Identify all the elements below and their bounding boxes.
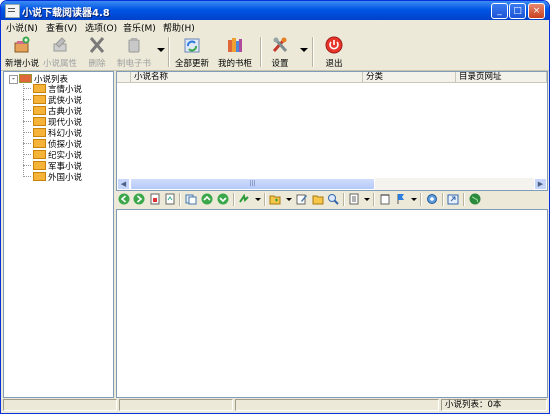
my-bookshelf-button[interactable]: 我的书柜	[215, 35, 255, 69]
status-panel-3	[235, 399, 439, 411]
novel-category-tree[interactable]: - 小说列表 言情小说 武侠小说 古典小说 现代小说 科幻小说 侦探小说 纪实小…	[3, 71, 114, 398]
flag-dropdown-arrow[interactable]	[411, 198, 417, 201]
globe-icon[interactable]	[469, 193, 481, 205]
app-icon	[5, 4, 20, 18]
status-panel-2	[119, 399, 233, 411]
list-horizontal-scrollbar[interactable]: ◀ ||| ▶	[117, 178, 547, 190]
settings-dropdown-arrow[interactable]	[300, 48, 308, 52]
delete-button[interactable]: 删除	[82, 35, 112, 69]
down-icon[interactable]	[217, 193, 229, 205]
folder-icon	[33, 128, 46, 137]
download-dropdown-arrow[interactable]	[255, 198, 261, 201]
reader-content-area[interactable]	[116, 209, 548, 398]
tree-item-romance[interactable]: 言情小说	[23, 83, 82, 95]
refresh-icon	[182, 35, 202, 55]
export-icon[interactable]	[447, 193, 459, 205]
power-icon	[324, 35, 344, 55]
novel-list-view[interactable]: 小说名称 分类 目录页网址 ◀ ||| ▶	[116, 71, 548, 191]
minimize-button[interactable]: _	[491, 3, 508, 19]
menu-help[interactable]: 帮助(H)	[163, 21, 195, 34]
make-ebook-button[interactable]: 制电子书	[115, 35, 153, 69]
page-refresh-icon[interactable]	[164, 193, 176, 205]
menu-music[interactable]: 音乐(M)	[123, 21, 156, 34]
folder-icon	[33, 117, 46, 126]
ebook-icon	[124, 35, 144, 55]
open-folder-icon[interactable]	[312, 193, 324, 205]
list-icon[interactable]	[348, 193, 360, 205]
folder-icon	[33, 139, 46, 148]
tree-item-foreign[interactable]: 外国小说	[23, 171, 82, 183]
novel-count-status: 小说列表：0本	[441, 399, 547, 411]
menu-options[interactable]: 选项(O)	[85, 21, 117, 34]
exit-button[interactable]: 退出	[319, 35, 349, 69]
scroll-thumb[interactable]: |||	[130, 178, 375, 190]
main-toolbar: 新增小说 小说属性 删除 制电子书 全部更新 我的书柜 设置 退出	[1, 34, 549, 71]
scroll-left-button[interactable]: ◀	[117, 178, 130, 190]
folder-icon[interactable]	[269, 193, 281, 205]
up-icon[interactable]	[201, 193, 213, 205]
copy-page-icon[interactable]	[185, 193, 197, 205]
notepad-icon[interactable]	[379, 193, 391, 205]
properties-icon	[50, 35, 70, 55]
tree-guide-line	[23, 84, 24, 177]
scroll-right-button[interactable]: ▶	[534, 178, 547, 190]
back-icon[interactable]	[118, 193, 130, 205]
main-window: 小说下载阅读器4.8 _ □ × 小说(N) 查看(V) 选项(O) 音乐(M)…	[0, 0, 550, 414]
close-button[interactable]: ×	[528, 3, 545, 19]
menu-bar: 小说(N) 查看(V) 选项(O) 音乐(M) 帮助(H)	[1, 20, 549, 34]
folder-icon	[33, 95, 46, 104]
column-header-url[interactable]: 目录页网址	[456, 72, 547, 83]
toolbar-separator	[168, 37, 170, 67]
delete-icon	[87, 35, 107, 55]
maximize-button[interactable]: □	[509, 3, 526, 19]
column-header-category[interactable]: 分类	[363, 72, 456, 83]
new-novel-button[interactable]: 新增小说	[3, 35, 41, 69]
menu-novel[interactable]: 小说(N)	[6, 21, 38, 34]
window-title: 小说下载阅读器4.8	[22, 8, 110, 19]
search-icon[interactable]	[327, 193, 339, 205]
gear-icon[interactable]	[426, 193, 438, 205]
tree-item-classic[interactable]: 古典小说	[23, 105, 82, 117]
page-icon[interactable]	[149, 193, 161, 205]
status-panel-1	[3, 399, 117, 411]
list-dropdown-arrow[interactable]	[364, 198, 370, 201]
flag-icon[interactable]	[395, 193, 407, 205]
update-all-button[interactable]: 全部更新	[172, 35, 212, 69]
books-icon	[19, 74, 32, 83]
download-icon[interactable]	[238, 193, 250, 205]
folder-icon	[33, 150, 46, 159]
toolbar-separator	[260, 37, 262, 67]
reader-toolbar	[116, 191, 546, 208]
tree-item-military[interactable]: 军事小说	[23, 160, 82, 172]
novel-properties-button[interactable]: 小说属性	[42, 35, 78, 69]
tree-item-documentary[interactable]: 纪实小说	[23, 149, 82, 161]
toolbar-separator	[312, 37, 314, 67]
tree-item-detective[interactable]: 侦探小说	[23, 138, 82, 150]
new-book-icon	[12, 35, 32, 55]
forward-icon[interactable]	[133, 193, 145, 205]
status-bar: 小说列表：0本	[1, 398, 549, 413]
tree-item-modern[interactable]: 现代小说	[23, 116, 82, 128]
title-bar[interactable]: 小说下载阅读器4.8 _ □ ×	[1, 1, 549, 20]
folder-icon	[33, 84, 46, 93]
column-header-blank[interactable]	[117, 72, 131, 83]
ebook-dropdown-arrow[interactable]	[157, 48, 165, 52]
edit-icon[interactable]	[296, 193, 308, 205]
folder-icon	[33, 106, 46, 115]
tree-item-scifi[interactable]: 科幻小说	[23, 127, 82, 139]
column-header-name[interactable]: 小说名称	[131, 72, 363, 83]
folder-icon	[33, 161, 46, 170]
folder-dropdown-arrow[interactable]	[286, 198, 292, 201]
folder-icon	[33, 172, 46, 181]
tree-item-wuxia[interactable]: 武侠小说	[23, 94, 82, 106]
tree-collapse-toggle[interactable]: -	[9, 75, 18, 84]
settings-button[interactable]: 设置	[265, 35, 295, 69]
tools-icon	[270, 35, 290, 55]
menu-view[interactable]: 查看(V)	[46, 21, 77, 34]
bookshelf-icon	[225, 35, 245, 55]
